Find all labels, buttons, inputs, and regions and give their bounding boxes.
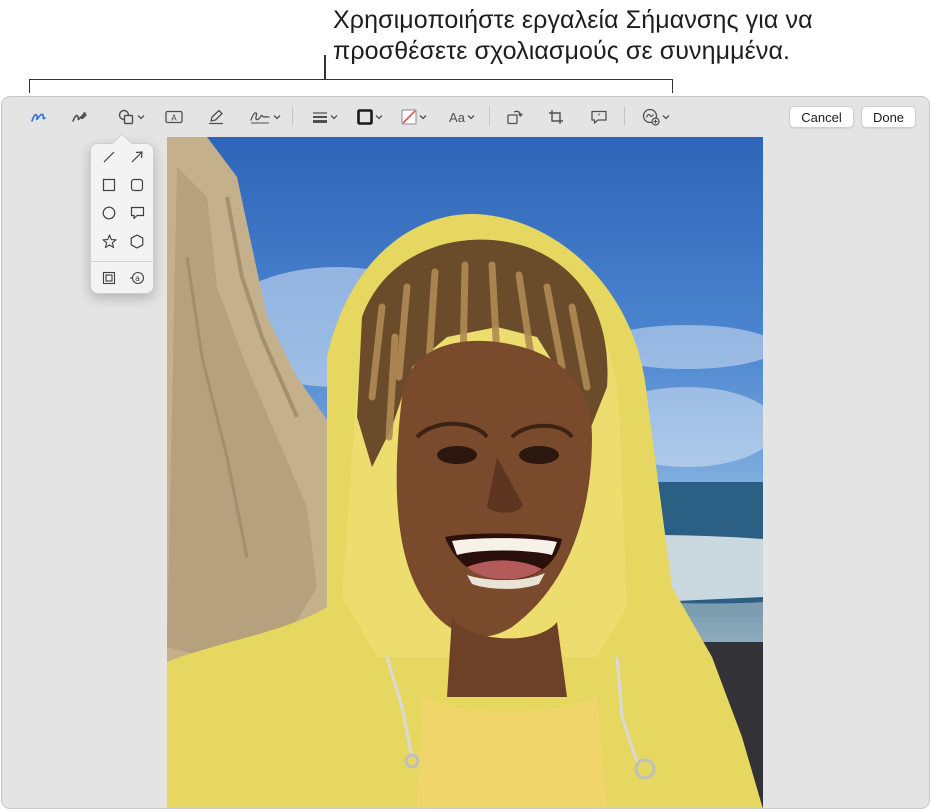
callout-line	[324, 55, 326, 80]
text-box-icon: A	[165, 110, 183, 124]
markup-toolbar: A Aa " Cancel Done	[2, 97, 929, 137]
photo[interactable]	[167, 137, 763, 808]
signature-tool[interactable]	[247, 105, 283, 129]
shapes-icon	[118, 109, 134, 125]
crop-tool[interactable]	[545, 105, 567, 129]
shapes-popover: a	[90, 143, 154, 294]
loupe-icon: a	[130, 271, 145, 285]
mask-icon	[102, 271, 116, 285]
hexagon-shape-button[interactable]	[126, 230, 148, 252]
mask-shape-button[interactable]	[98, 267, 120, 289]
shape-style-tool[interactable]	[309, 105, 341, 129]
svg-text:a: a	[135, 274, 140, 283]
chevron-down-icon	[375, 115, 383, 120]
star-icon	[101, 233, 117, 248]
rounded-square-shape-button[interactable]	[126, 174, 148, 196]
chevron-down-icon	[273, 115, 281, 120]
sketch-tool[interactable]	[28, 105, 50, 129]
toolbar-separator	[489, 107, 490, 125]
markup-more-icon	[642, 108, 660, 126]
loupe-shape-button[interactable]: a	[126, 267, 148, 289]
line-icon	[103, 151, 115, 163]
chevron-down-icon	[330, 115, 338, 120]
svg-text:": "	[597, 113, 600, 121]
rounded-square-icon	[130, 178, 144, 192]
star-shape-button[interactable]	[98, 230, 120, 252]
fill-color-icon	[401, 109, 417, 125]
border-color-icon	[357, 109, 373, 125]
circle-shape-button[interactable]	[98, 202, 120, 224]
highlight-tool[interactable]	[205, 105, 227, 129]
description-icon: "	[591, 110, 607, 124]
arrow-shape-button[interactable]	[126, 146, 148, 168]
sketch-icon	[31, 113, 46, 122]
highlight-icon	[209, 109, 223, 125]
square-shape-button[interactable]	[98, 174, 120, 196]
speech-bubble-icon	[130, 206, 144, 220]
popover-divider	[91, 261, 153, 262]
rotate-icon	[507, 110, 523, 125]
text-style-icon: Aa	[449, 109, 465, 125]
text-box-tool[interactable]: A	[163, 105, 185, 129]
border-color-tool[interactable]	[354, 105, 386, 129]
square-icon	[102, 178, 116, 192]
crop-icon	[549, 110, 563, 124]
cancel-button[interactable]: Cancel	[789, 106, 854, 128]
fill-color-tool[interactable]	[398, 105, 430, 129]
toolbar-separator	[624, 107, 625, 125]
description-tool[interactable]: "	[588, 105, 610, 129]
done-button[interactable]: Done	[861, 106, 916, 128]
shapes-tool[interactable]	[114, 105, 148, 129]
photo-image	[167, 137, 763, 808]
line-shape-button[interactable]	[98, 146, 120, 168]
text-style-tool[interactable]: Aa	[445, 105, 479, 129]
callout-text: Χρησιμοποιήστε εργαλεία Σήμανσης για να …	[333, 6, 813, 65]
shape-style-icon	[313, 112, 327, 123]
rotate-tool[interactable]	[504, 105, 526, 129]
toolbar-separator	[292, 107, 293, 125]
chevron-down-icon	[137, 115, 145, 120]
svg-text:A: A	[171, 114, 177, 123]
arrow-icon	[131, 151, 143, 163]
speech-bubble-shape-button[interactable]	[126, 202, 148, 224]
chevron-down-icon	[467, 115, 475, 120]
hexagon-icon	[130, 233, 144, 249]
draw-tool[interactable]	[69, 105, 91, 129]
circle-icon	[102, 206, 116, 220]
callout-bracket	[29, 79, 673, 93]
chevron-down-icon	[419, 115, 427, 120]
draw-icon	[72, 112, 87, 122]
signature-icon	[250, 112, 270, 124]
markup-more-tool[interactable]	[639, 105, 673, 129]
chevron-down-icon	[662, 115, 670, 120]
